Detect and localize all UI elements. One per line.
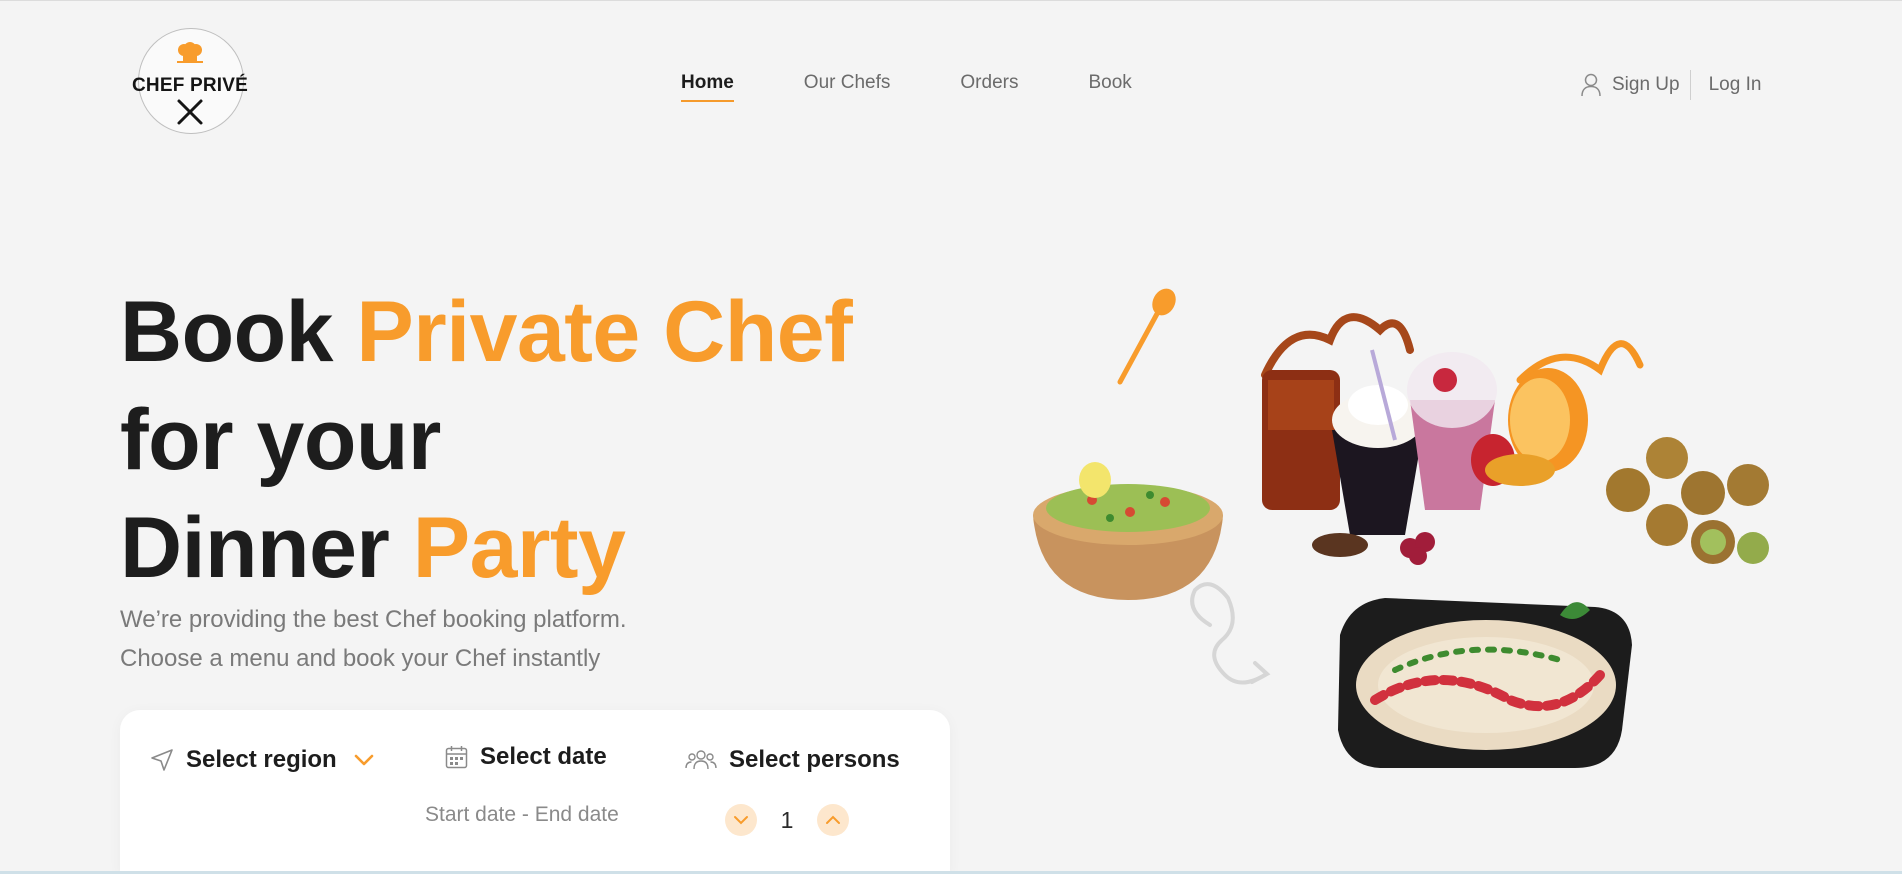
top-border <box>0 0 1902 1</box>
user-icon <box>1581 73 1601 97</box>
food-illustration <box>1033 288 1769 768</box>
nav-book[interactable]: Book <box>1088 72 1131 94</box>
logo[interactable]: CHEF PRIVÉ <box>128 28 252 136</box>
drinks-image <box>1261 313 1515 565</box>
hummus-plate-image <box>1338 598 1632 768</box>
decrement-button[interactable] <box>725 804 757 836</box>
spoon-icon <box>1117 288 1176 385</box>
nav-orders[interactable]: Orders <box>960 72 1018 94</box>
chevron-down-icon <box>734 816 748 825</box>
hero-line1-b: Private Chef <box>356 284 853 380</box>
persons-count: 1 <box>780 806 794 833</box>
login-link[interactable]: Log In <box>1709 74 1762 96</box>
hero-title: Book Private Chef for your Dinner Party <box>120 278 853 602</box>
falafel-image <box>1606 437 1769 564</box>
calendar-icon <box>445 746 468 769</box>
chef-hat-icon <box>177 42 203 63</box>
chevron-down-icon <box>354 754 374 766</box>
brand-name: CHEF PRIVÉ <box>131 75 249 96</box>
auth-divider <box>1689 70 1691 100</box>
persons-select-label: Select persons <box>729 746 900 773</box>
auth-links: Sign Up Log In <box>1580 70 1761 100</box>
increment-button[interactable] <box>817 804 849 836</box>
date-select-label: Select date <box>480 743 607 770</box>
hero-line2: for your <box>120 392 441 488</box>
hero-line3-a: Dinner <box>120 500 413 596</box>
nav-home[interactable]: Home <box>681 72 734 102</box>
chevron-up-icon <box>826 815 840 824</box>
swirl-arrow-icon <box>1190 582 1271 685</box>
region-select[interactable]: Select region <box>150 746 375 774</box>
hero-line3-b: Party <box>412 500 626 596</box>
date-select[interactable]: Select date <box>445 743 607 771</box>
date-range-input[interactable]: Start date - End date <box>425 803 619 827</box>
signup-link[interactable]: Sign Up <box>1612 74 1680 96</box>
hero-subtitle: We’re providing the best Chef booking pl… <box>120 600 627 678</box>
salad-bowl-image <box>1033 462 1223 600</box>
persons-select[interactable]: Select persons <box>685 746 900 774</box>
hero-line1-a: Book <box>120 284 357 380</box>
region-select-label: Select region <box>186 746 337 773</box>
oranges-image <box>1485 340 1644 486</box>
crossed-utensils-icon <box>177 99 203 125</box>
booking-search-card: Select region Select date Start date - E… <box>120 710 950 874</box>
nav-our-chefs[interactable]: Our Chefs <box>804 72 891 94</box>
main-nav: Home Our Chefs Orders Book <box>681 72 1202 102</box>
hero-subtitle-line1: We’re providing the best Chef booking pl… <box>120 606 627 633</box>
people-icon <box>685 750 717 770</box>
hero-subtitle-line2: Choose a menu and book your Chef instant… <box>120 645 601 672</box>
navigation-arrow-icon <box>151 749 173 771</box>
persons-stepper: 1 <box>725 804 849 836</box>
